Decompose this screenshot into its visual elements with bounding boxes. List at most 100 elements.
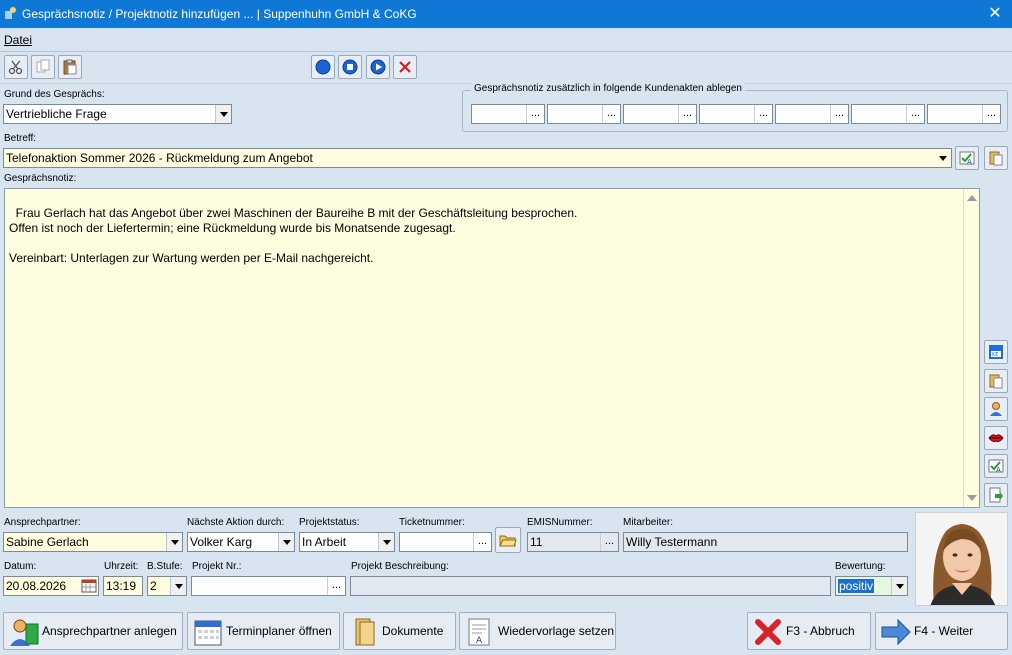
kundenakte-field-2[interactable]: ... (547, 104, 621, 124)
kundenakte-field-7[interactable]: ... (927, 104, 1001, 124)
bewertung-select[interactable]: positiv (835, 576, 908, 596)
lips-icon (988, 434, 1004, 443)
dokumente-label: Dokumente (382, 624, 444, 638)
emis-label: EMISNummer: (527, 517, 593, 528)
contact-photo (916, 513, 1007, 605)
browse-button[interactable]: ... (754, 105, 772, 123)
notiz-text: Frau Gerlach hat das Angebot über zwei M… (9, 206, 578, 265)
browse-button[interactable]: ... (678, 105, 696, 123)
mitarbeiter-value: Willy Testermann (626, 535, 718, 549)
export-icon (989, 487, 1003, 503)
chevron-down-icon[interactable] (935, 149, 951, 167)
scroll-down-icon[interactable] (967, 495, 977, 501)
chevron-down-icon[interactable] (166, 533, 182, 551)
browse-button[interactable]: ... (526, 105, 544, 123)
spellcheck-side-button[interactable]: A (984, 454, 1008, 478)
datum-field[interactable]: 20.08.2026 (3, 576, 99, 596)
naechste-aktion-label: Nächste Aktion durch: (187, 517, 285, 528)
chevron-down-icon[interactable] (891, 577, 907, 595)
browse-button[interactable]: ... (602, 105, 620, 123)
terminplaner-button[interactable]: Terminplaner öffnen (187, 612, 340, 650)
toolbar (0, 52, 1012, 84)
record-icon (315, 59, 331, 75)
dokumente-button[interactable]: Dokumente (343, 612, 456, 650)
browse-button[interactable]: ... (600, 533, 618, 551)
chevron-down-icon[interactable] (215, 105, 231, 123)
ticket-folder-button[interactable] (495, 527, 521, 553)
scrollbar[interactable] (963, 189, 979, 507)
projektstatus-select[interactable]: In Arbeit (299, 532, 395, 552)
paste-button[interactable] (58, 55, 82, 79)
calendar-icon (194, 620, 222, 646)
clipboard-button[interactable] (984, 369, 1008, 393)
contact-card-button[interactable]: KE (984, 340, 1008, 364)
chevron-down-icon[interactable] (378, 533, 394, 551)
delete-button[interactable] (393, 55, 417, 79)
lips-button[interactable] (984, 426, 1008, 450)
kundenakte-field-5[interactable]: ... (775, 104, 849, 124)
record-button[interactable] (311, 55, 335, 79)
scroll-up-icon[interactable] (967, 195, 977, 201)
emis-field[interactable]: 11 ... (527, 532, 619, 552)
browse-button[interactable]: ... (473, 533, 491, 551)
uhrzeit-field[interactable]: 13:19 (103, 576, 143, 596)
browse-button[interactable]: ... (327, 577, 345, 595)
browse-button[interactable]: ... (982, 105, 1000, 123)
calendar-icon[interactable] (81, 578, 97, 594)
export-button[interactable] (984, 483, 1008, 507)
bstufe-select[interactable]: 2 (147, 576, 187, 596)
uhrzeit-value: 13:19 (106, 579, 137, 593)
close-icon[interactable]: ✕ (978, 0, 1012, 28)
chevron-down-icon[interactable] (278, 533, 294, 551)
browse-button[interactable]: ... (830, 105, 848, 123)
documents-folder-icon (355, 618, 375, 646)
weiter-label: F4 - Weiter (914, 624, 974, 638)
notiz-textarea[interactable]: Frau Gerlach hat das Angebot über zwei M… (4, 188, 980, 508)
spellcheck-icon: A (959, 151, 975, 166)
copy-button[interactable] (31, 55, 55, 79)
bewertung-label: Bewertung: (835, 561, 886, 572)
betreff-label: Betreff: (4, 133, 37, 144)
wiedervorlage-button[interactable]: A Wiedervorlage setzen (459, 612, 616, 650)
weiter-button[interactable]: F4 - Weiter (875, 612, 1008, 650)
wiedervorlage-label: Wiedervorlage setzen (498, 624, 615, 638)
mitarbeiter-label: Mitarbeiter: (623, 517, 674, 528)
ansprechpartner-anlegen-button[interactable]: Ansprechpartner anlegen (3, 612, 183, 650)
cancel-x-icon (755, 619, 781, 645)
copy-icon (36, 59, 50, 73)
stop-button[interactable] (338, 55, 362, 79)
add-contact-icon (10, 619, 39, 646)
bstufe-label: B.Stufe: (147, 561, 183, 572)
person-button[interactable] (984, 397, 1008, 421)
browse-button[interactable]: ... (906, 105, 924, 123)
kundenakte-field-1[interactable]: ... (471, 104, 545, 124)
contact-card-icon: KE (989, 345, 1003, 359)
chevron-down-icon[interactable] (170, 577, 186, 595)
betreff-value: Telefonaktion Sommer 2026 - Rückmeldung … (6, 151, 313, 165)
projekt-nr-field[interactable]: ... (191, 576, 346, 596)
play-button[interactable] (366, 55, 390, 79)
kundenakte-field-3[interactable]: ... (623, 104, 697, 124)
kundenakte-field-4[interactable]: ... (699, 104, 773, 124)
cut-button[interactable] (4, 55, 28, 79)
paste-icon (63, 59, 77, 75)
ticketnummer-field[interactable]: ... (399, 532, 492, 552)
abbruch-button[interactable]: F3 - Abbruch (747, 612, 871, 650)
kundenakte-field-6[interactable]: ... (851, 104, 925, 124)
paste-template-button[interactable] (984, 146, 1008, 170)
grund-select[interactable]: Vertriebliche Frage (3, 104, 232, 124)
spellcheck-button[interactable]: A (955, 146, 979, 170)
menu-datei[interactable]: Datei (4, 33, 32, 47)
app-icon (5, 7, 16, 19)
datum-label: Datum: (4, 561, 37, 572)
delete-x-icon (399, 61, 411, 73)
ansprechpartner-anlegen-label: Ansprechpartner anlegen (42, 624, 177, 638)
betreff-combo[interactable]: Telefonaktion Sommer 2026 - Rückmeldung … (3, 148, 952, 168)
ansprechpartner-select[interactable]: Sabine Gerlach (3, 532, 183, 552)
scissors-icon (8, 60, 23, 75)
abbruch-label: F3 - Abbruch (786, 624, 855, 638)
naechste-aktion-select[interactable]: Volker Karg (187, 532, 295, 552)
emis-value: 11 (530, 535, 543, 549)
mitarbeiter-field: Willy Testermann (623, 532, 908, 552)
bewertung-value: positiv (838, 579, 875, 593)
